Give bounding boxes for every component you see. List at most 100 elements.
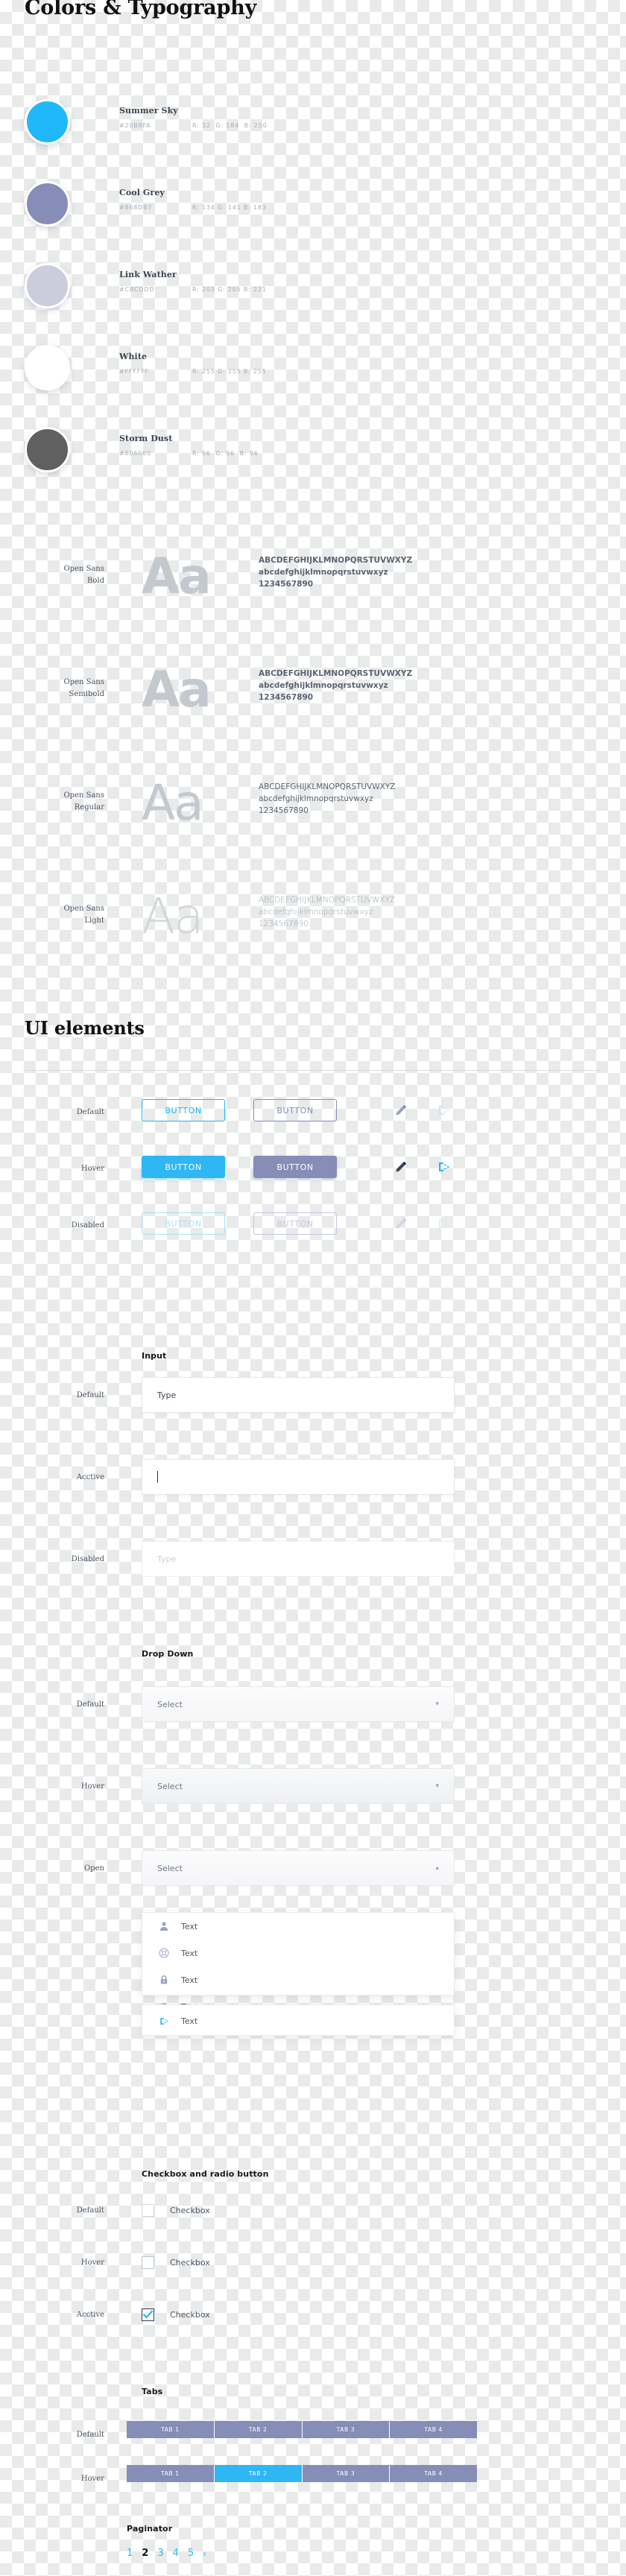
state-label-dropdown-default: Default bbox=[76, 1700, 104, 1709]
typography-label: Open Sans Bold bbox=[63, 565, 104, 585]
dropdown-menu: Text Text Text bbox=[142, 1912, 455, 2012]
dropdown-hover[interactable]: Select ▾ bbox=[142, 1768, 455, 1804]
typography-aa-sample: Aa bbox=[142, 774, 204, 832]
dropdown-default[interactable]: Select ▾ bbox=[142, 1686, 455, 1722]
typography-row-light: Open Sans Light Aa ABCDEFGHIJKLMNOPQRSTU… bbox=[0, 887, 626, 963]
state-label-input-disabled: Disabled bbox=[71, 1555, 104, 1563]
tab-2[interactable]: TAB 2 bbox=[214, 2465, 303, 2482]
checkbox-checked[interactable] bbox=[142, 2308, 154, 2321]
color-disc bbox=[25, 427, 70, 472]
dropdown-menu-item-user[interactable]: Text bbox=[142, 1913, 454, 1940]
button-primary-default[interactable]: BUTTON bbox=[142, 1099, 225, 1121]
tab-3[interactable]: TAB 3 bbox=[302, 2465, 391, 2482]
specimen-digits: 1234567890 bbox=[259, 693, 314, 702]
page-5[interactable]: 5 bbox=[188, 2548, 194, 2559]
specimen-lowercase: abcdefghijklmnopqrstuvwxyz bbox=[259, 794, 373, 803]
dropdown-menu-footer: Text bbox=[142, 2004, 455, 2036]
tab-1[interactable]: TAB 1 bbox=[127, 2421, 215, 2438]
typography-label: Open Sans Regular bbox=[63, 791, 104, 811]
style-guide-page: Colors & Typography Summer Sky #20B8FA R… bbox=[0, 0, 626, 2576]
group-title-input: Input bbox=[142, 1351, 167, 1361]
color-rgb: R: 203 G: 205 B: 221 bbox=[192, 286, 267, 293]
typography-aa-sample: Aa bbox=[142, 887, 204, 945]
dropdown-value: Select bbox=[157, 1699, 183, 1709]
page-2-current[interactable]: 2 bbox=[142, 2548, 148, 2559]
button-secondary-hover[interactable]: BUTTON bbox=[253, 1156, 337, 1178]
specimen-lowercase: abcdefghijklmnopqrstuvwxyz bbox=[259, 908, 373, 917]
tab-2[interactable]: TAB 2 bbox=[214, 2421, 303, 2438]
checkbox-hover[interactable] bbox=[142, 2256, 154, 2269]
input-default[interactable]: Type bbox=[142, 1377, 455, 1413]
color-hex: #20B8FA bbox=[119, 122, 151, 129]
checkbox-label: Checkbox bbox=[170, 2258, 210, 2268]
color-swatch-row: Summer Sky #20B8FA R: 32 G: 184 B: 250 bbox=[0, 99, 626, 168]
tab-1[interactable]: TAB 1 bbox=[127, 2465, 215, 2482]
input-disabled: Type bbox=[142, 1541, 455, 1577]
state-label-dropdown-hover: Hover bbox=[80, 1782, 104, 1791]
tab-3[interactable]: TAB 3 bbox=[302, 2421, 391, 2438]
specimen-digits: 1234567890 bbox=[259, 580, 314, 589]
page-title-ui-elements: UI elements bbox=[25, 1017, 145, 1039]
dropdown-menu-item-security[interactable]: Text bbox=[142, 1966, 454, 1993]
color-info: Link Wather #CBCDDD R: 203 G: 205 B: 221 bbox=[119, 269, 267, 293]
color-info: Summer Sky #20B8FA R: 32 G: 184 B: 250 bbox=[119, 105, 267, 129]
color-rgb: R: 32 G: 184 B: 250 bbox=[192, 122, 268, 129]
specimen-digits: 1234567890 bbox=[259, 920, 309, 928]
color-meta: #20B8FA R: 32 G: 184 B: 250 bbox=[119, 122, 267, 129]
page-4[interactable]: 4 bbox=[173, 2548, 179, 2559]
typography-label: Open Sans Semibold bbox=[63, 678, 104, 698]
pencil-icon[interactable] bbox=[393, 1159, 408, 1174]
dropdown-value: Select bbox=[157, 1781, 183, 1791]
dropdown-menu-item-label: Text bbox=[181, 2016, 198, 2026]
tab-4[interactable]: TAB 4 bbox=[390, 2465, 477, 2482]
input-active[interactable] bbox=[142, 1459, 455, 1495]
color-rgb: R: 96 G: 96 B: 96 bbox=[192, 450, 259, 457]
tab-bar-hover: TAB 1 TAB 2 TAB 3 TAB 4 bbox=[127, 2465, 477, 2482]
text-caret bbox=[157, 1471, 158, 1483]
color-meta: #CBCDDD R: 203 G: 205 B: 221 bbox=[119, 286, 267, 293]
color-info: Cool Grey #868DB7 R: 134 G: 141 B: 183 bbox=[119, 187, 267, 211]
user-icon bbox=[157, 1920, 171, 1933]
typography-specimen: ABCDEFGHIJKLMNOPQRSTUVWXYZ abcdefghijklm… bbox=[259, 894, 395, 930]
dropdown-menu-item-support[interactable]: Text bbox=[142, 1940, 454, 1966]
logout-icon[interactable] bbox=[437, 1103, 452, 1118]
logout-icon bbox=[157, 2014, 171, 2028]
color-hex: #868DB7 bbox=[119, 204, 153, 211]
typography-row-regular: Open Sans Regular Aa ABCDEFGHIJKLMNOPQRS… bbox=[0, 774, 626, 849]
logout-icon[interactable] bbox=[437, 1159, 452, 1174]
typography-label: Open Sans Light bbox=[63, 905, 104, 925]
tab-4[interactable]: TAB 4 bbox=[390, 2421, 477, 2438]
typography-aa-sample: Aa bbox=[142, 548, 212, 605]
state-label-input-default: Default bbox=[76, 1391, 104, 1399]
typography-row-semibold: Open Sans Semibold Aa ABCDEFGHIJKLMNOPQR… bbox=[0, 661, 626, 736]
color-swatch-row: Storm Dust #606060 R: 96 G: 96 B: 96 bbox=[0, 427, 626, 496]
state-label-tabs-hover: Hover bbox=[80, 2475, 104, 2483]
state-label-dropdown-open: Open bbox=[84, 1864, 104, 1873]
lifebuoy-icon bbox=[157, 1946, 171, 1960]
typography-specimen: ABCDEFGHIJKLMNOPQRSTUVWXYZ abcdefghijklm… bbox=[259, 668, 412, 703]
checkbox-default[interactable] bbox=[142, 2204, 154, 2217]
input-placeholder: Type bbox=[157, 1554, 177, 1564]
color-swatch-row: Link Wather #CBCDDD R: 203 G: 205 B: 221 bbox=[0, 263, 626, 332]
page-3[interactable]: 3 bbox=[157, 2548, 163, 2559]
dropdown-menu-item-logout[interactable]: Text bbox=[142, 2005, 454, 2037]
button-primary-disabled: BUTTON bbox=[142, 1212, 225, 1235]
button-primary-hover[interactable]: BUTTON bbox=[142, 1156, 225, 1178]
state-label-checkbox-acctive: Acctive bbox=[76, 2311, 104, 2319]
next-page-icon[interactable]: › bbox=[203, 2548, 206, 2559]
button-secondary-default[interactable]: BUTTON bbox=[253, 1099, 337, 1121]
typography-specimen: ABCDEFGHIJKLMNOPQRSTUVWXYZ abcdefghijklm… bbox=[259, 781, 395, 817]
pencil-icon bbox=[393, 1216, 408, 1231]
specimen-lowercase: abcdefghijklmnopqrstuvwxyz bbox=[259, 681, 388, 690]
chevron-up-icon: ▴ bbox=[435, 1864, 439, 1872]
dropdown-value: Select bbox=[157, 1863, 183, 1873]
dropdown-menu-item-label: Text bbox=[181, 1948, 198, 1958]
specimen-lowercase: abcdefghijklmnopqrstuvwxyz bbox=[259, 568, 388, 577]
page-1[interactable]: 1 bbox=[127, 2548, 133, 2559]
color-name: Summer Sky bbox=[119, 106, 178, 115]
color-meta: #FFFFFF R: 255 G: 255 B: 255 bbox=[119, 368, 267, 375]
dropdown-open[interactable]: Select ▴ bbox=[142, 1850, 455, 1886]
pencil-icon[interactable] bbox=[393, 1103, 408, 1118]
typography-specimen: ABCDEFGHIJKLMNOPQRSTUVWXYZ abcdefghijklm… bbox=[259, 554, 412, 590]
color-swatch-row: Cool Grey #868DB7 R: 134 G: 141 B: 183 bbox=[0, 181, 626, 250]
